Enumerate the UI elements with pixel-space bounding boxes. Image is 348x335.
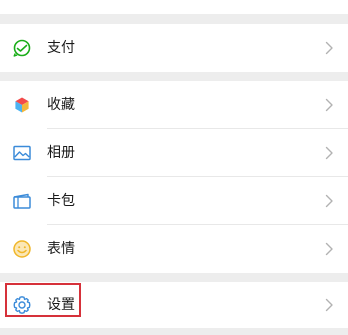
menu-item-favorites[interactable]: 收藏 (0, 81, 348, 129)
smiley-icon (13, 240, 31, 258)
menu-item-cards[interactable]: 卡包 (0, 177, 348, 225)
previous-section (0, 0, 348, 14)
menu-item-album[interactable]: 相册 (0, 129, 348, 177)
menu-item-stickers[interactable]: 表情 (0, 225, 348, 273)
photo-icon (13, 145, 31, 161)
menu-item-label: 相册 (47, 145, 75, 161)
menu-item-pay[interactable]: 支付 (0, 24, 348, 72)
chevron-right-icon (325, 146, 333, 160)
chevron-right-icon (325, 41, 333, 55)
menu-item-label: 收藏 (47, 97, 75, 113)
menu-item-label: 支付 (47, 40, 75, 56)
card-wallet-icon (13, 193, 31, 209)
settings-highlight-box (5, 283, 81, 317)
menu-item-label: 表情 (47, 241, 75, 257)
pay-icon (13, 39, 31, 57)
me-page-menu: 支付 收藏 相册 卡包 表情 设置 (0, 0, 348, 335)
chevron-right-icon (325, 194, 333, 208)
menu-item-label: 卡包 (47, 193, 75, 209)
chevron-right-icon (325, 298, 333, 312)
favorites-cube-icon (14, 96, 30, 114)
chevron-right-icon (325, 98, 333, 112)
chevron-right-icon (325, 242, 333, 256)
